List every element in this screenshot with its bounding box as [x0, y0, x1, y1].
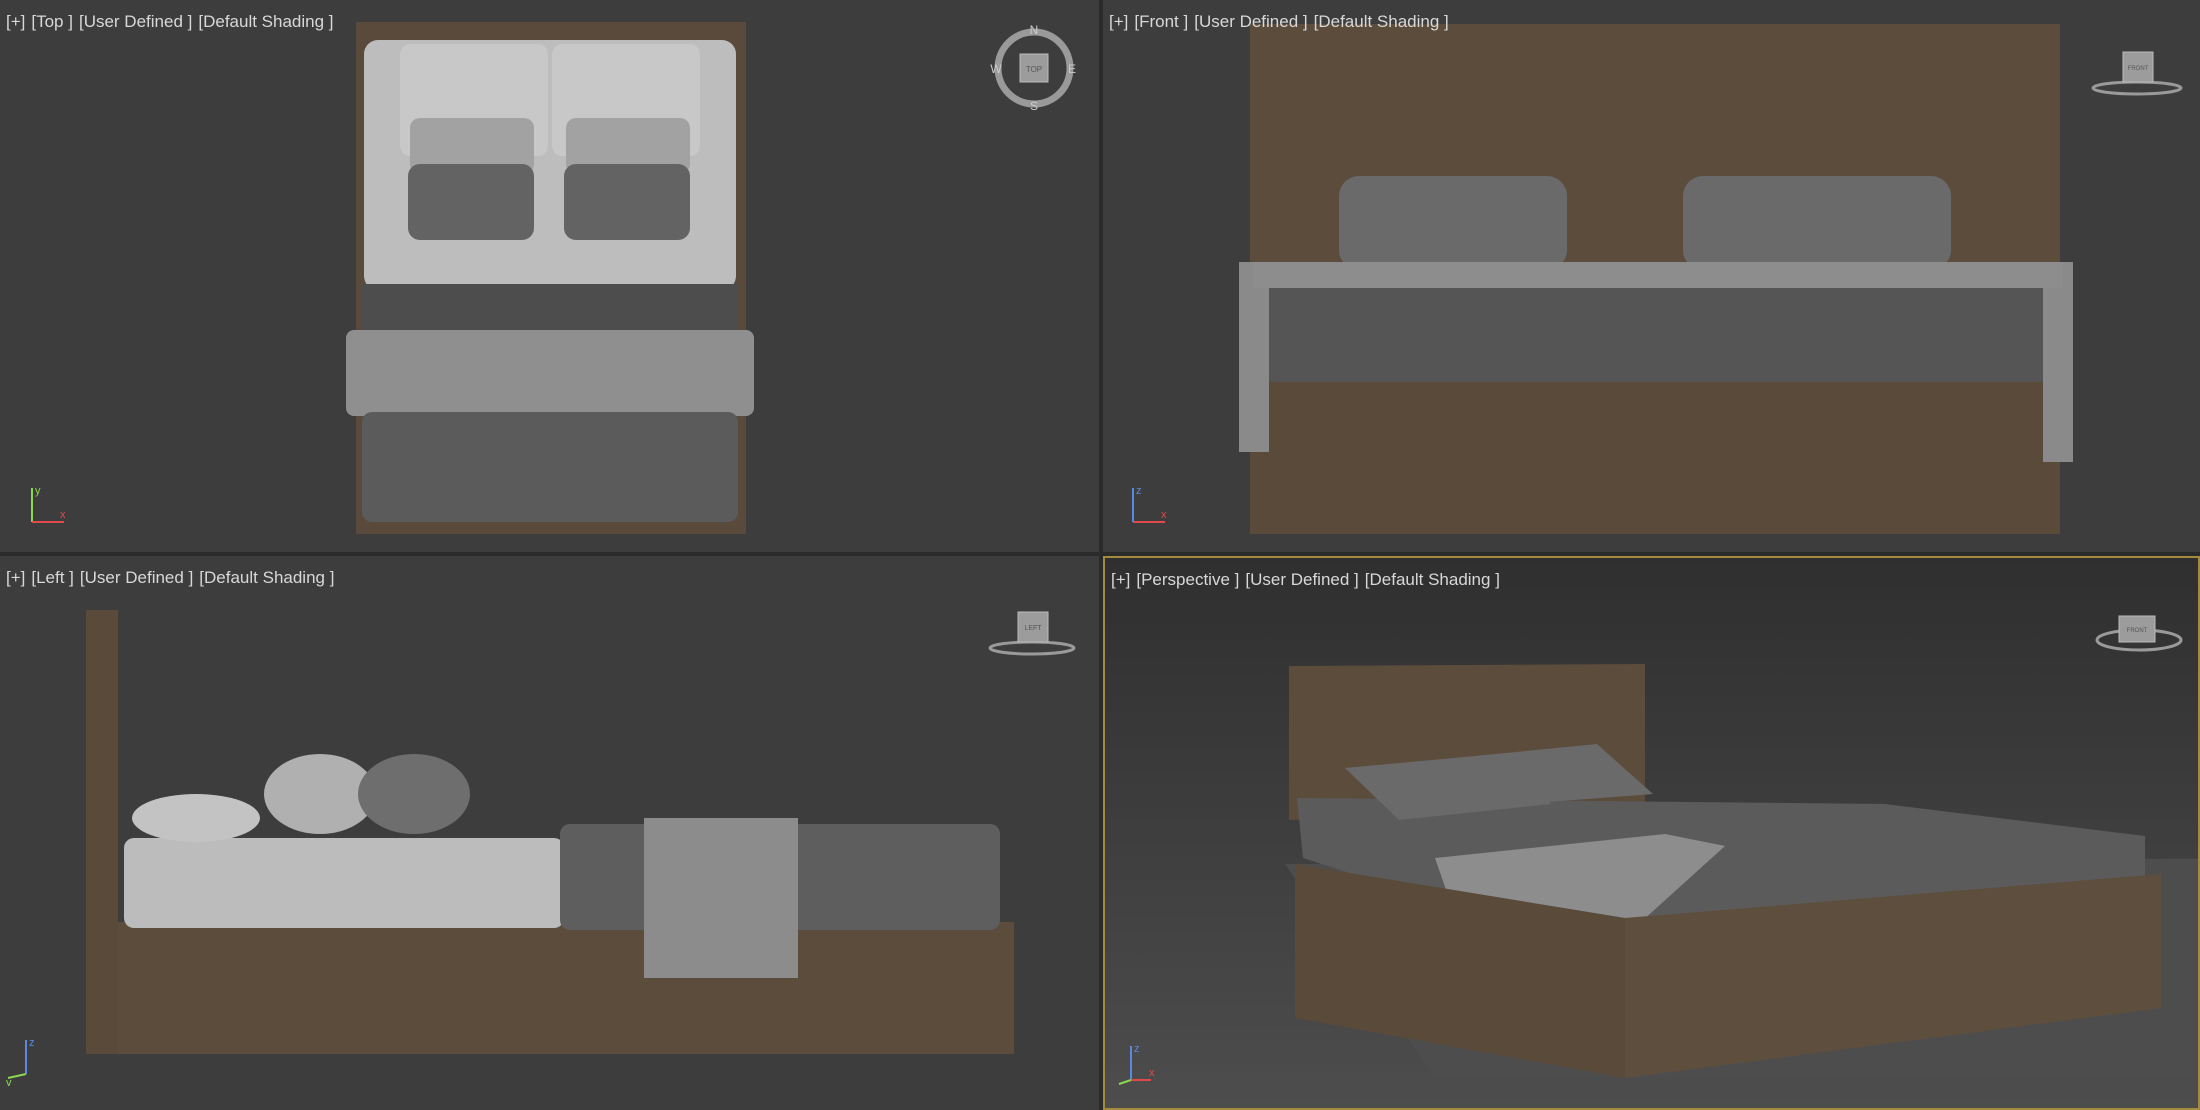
viewcube-icon[interactable]: FRONT: [2091, 602, 2187, 664]
svg-text:y: y: [35, 485, 41, 497]
svg-text:LEFT: LEFT: [1024, 625, 1042, 632]
view-mode[interactable]: [User Defined ]: [1245, 570, 1358, 589]
viewcube-compass-icon[interactable]: TOP N S E W: [990, 22, 1080, 114]
front-view-bed-render: [1239, 24, 2073, 534]
svg-text:FRONT: FRONT: [2127, 628, 2148, 634]
view-mode[interactable]: [User Defined ]: [79, 12, 192, 31]
view-name[interactable]: [Top ]: [31, 12, 73, 31]
viewport-top[interactable]: [+] [Top ] [User Defined ] [Default Shading…: [0, 0, 1099, 552]
shading-mode[interactable]: [Default Shading ]: [199, 568, 334, 587]
svg-text:z: z: [1136, 485, 1142, 497]
view-name[interactable]: [Front ]: [1134, 12, 1188, 31]
viewport-menu-button[interactable]: [+]: [6, 12, 25, 31]
svg-text:N: N: [1030, 23, 1039, 37]
axis-tripod-icon: z y: [6, 1037, 35, 1086]
axis-tripod-icon: z x: [1118, 1043, 1155, 1085]
viewport-menu-button[interactable]: [+]: [1111, 570, 1130, 589]
svg-text:x: x: [1149, 1067, 1155, 1079]
shading-mode[interactable]: [Default Shading ]: [1314, 12, 1449, 31]
axis-tripod-icon: z x: [1132, 485, 1167, 523]
viewport-label[interactable]: [+] [Top ] [User Defined ] [Default Shading…: [6, 12, 340, 32]
svg-text:S: S: [1030, 99, 1038, 113]
view-name[interactable]: [Perspective ]: [1136, 570, 1239, 589]
viewcube-icon[interactable]: LEFT: [984, 602, 1080, 658]
svg-text:W: W: [990, 62, 1002, 76]
viewport-perspective[interactable]: [+] [Perspective ] [User Defined ] [Default…: [1103, 556, 2200, 1110]
view-mode[interactable]: [User Defined ]: [1194, 12, 1307, 31]
viewport-label[interactable]: [+] [Front ] [User Defined ] [Default Shadi…: [1109, 12, 1455, 32]
view-mode[interactable]: [User Defined ]: [80, 568, 193, 587]
svg-text:TOP: TOP: [1026, 65, 1042, 74]
viewport-menu-button[interactable]: [+]: [1109, 12, 1128, 31]
svg-text:FRONT: FRONT: [2128, 66, 2149, 72]
viewport-left[interactable]: [+] [Left ] [User Defined ] [Default Shadin…: [0, 556, 1099, 1110]
shading-mode[interactable]: [Default Shading ]: [198, 12, 333, 31]
viewport-front[interactable]: [+] [Front ] [User Defined ] [Default Shadi…: [1103, 0, 2200, 552]
axis-tripod-icon: y x: [31, 485, 66, 523]
view-name[interactable]: [Left ]: [31, 568, 74, 587]
svg-text:x: x: [1161, 509, 1167, 521]
left-view-bed-render: [86, 610, 1014, 1054]
svg-text:x: x: [60, 509, 66, 521]
svg-text:z: z: [29, 1037, 35, 1049]
svg-text:z: z: [1134, 1043, 1140, 1055]
svg-text:y: y: [6, 1077, 12, 1086]
top-view-bed-render: [346, 22, 754, 534]
viewport-label[interactable]: [+] [Perspective ] [User Defined ] [Default…: [1111, 570, 1506, 590]
shading-mode[interactable]: [Default Shading ]: [1365, 570, 1500, 589]
viewport-label[interactable]: [+] [Left ] [User Defined ] [Default Shadin…: [6, 568, 340, 588]
viewport-menu-button[interactable]: [+]: [6, 568, 25, 587]
perspective-view-bed-render: [1285, 664, 2198, 1078]
viewcube-icon[interactable]: FRONT: [2087, 42, 2183, 98]
svg-text:E: E: [1068, 62, 1076, 76]
